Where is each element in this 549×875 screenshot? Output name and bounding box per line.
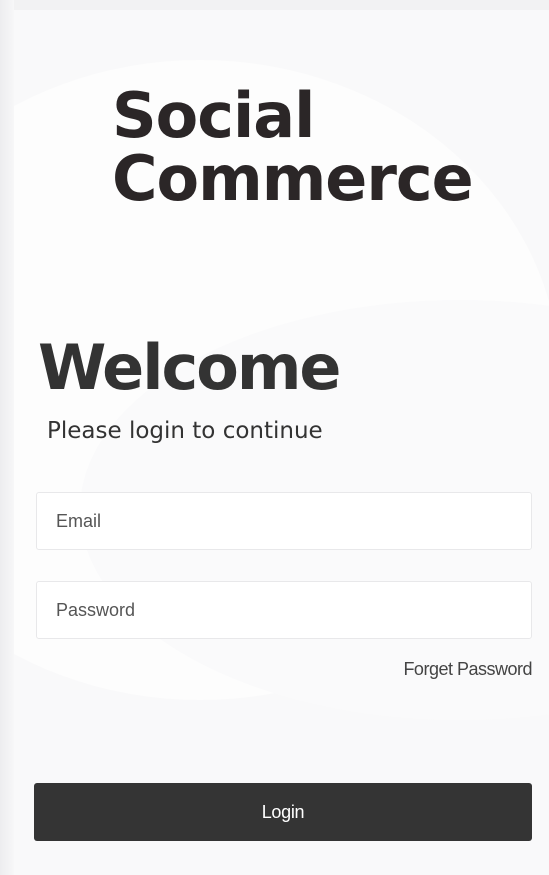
login-screen: Social Commerce Welcome Please login to … <box>0 0 549 875</box>
login-button[interactable]: Login <box>34 783 532 841</box>
left-edge-shadow <box>0 0 14 875</box>
welcome-heading: Welcome <box>38 331 341 404</box>
brand-logo: Social Commerce <box>112 79 474 215</box>
forget-password-link[interactable]: Forget Password <box>403 657 532 681</box>
email-field[interactable] <box>36 492 532 550</box>
brand-logo-line: Social <box>112 79 315 152</box>
brand-logo-line: Commerce <box>112 142 474 215</box>
top-band <box>0 0 549 10</box>
password-field[interactable] <box>36 581 532 639</box>
welcome-subtitle: Please login to continue <box>47 418 323 444</box>
